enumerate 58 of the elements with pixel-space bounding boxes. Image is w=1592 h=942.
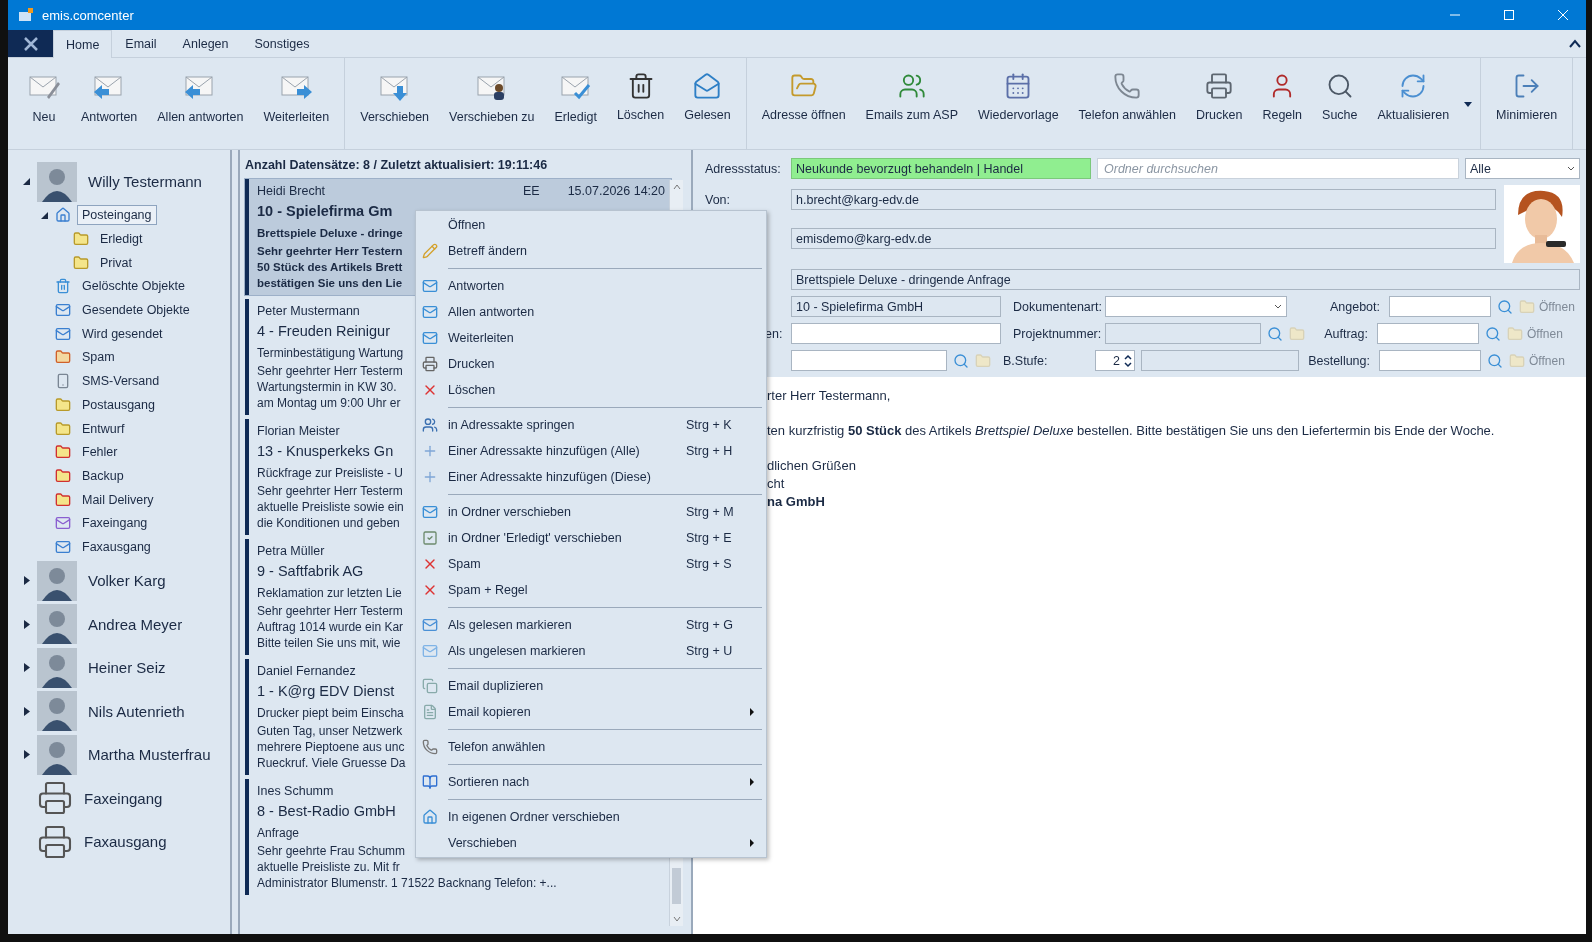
- sender-name: Petra Müller: [257, 544, 325, 558]
- message-code: EE: [523, 184, 540, 198]
- message-subject: Rückfrage zur Preisliste - U: [257, 465, 404, 482]
- sender-name: Ines Schumm: [257, 784, 334, 798]
- field-label: Adressstatus:: [704, 161, 782, 176]
- message-preview: mehrere Pieptoene aus unc: [257, 739, 405, 755]
- message-preview: Sehr geehrter Herr Testern: [257, 244, 403, 259]
- field-label: Projektnummer:: [1012, 326, 1099, 341]
- message-preview: Rueckruf. Viele Gruesse Da: [257, 755, 406, 771]
- window-title: emis.comcenter: [42, 7, 134, 23]
- sender-name: Peter Mustermann: [257, 304, 360, 318]
- field-label: B.Stufe:: [1002, 353, 1049, 368]
- message-preview: Wartungstermin in KW 30.: [257, 379, 397, 395]
- message-title: 9 - Saftfabrik AG: [257, 562, 364, 581]
- sender-name: Heidi Brecht: [257, 184, 326, 198]
- message-title: 4 - Freuden Reinigur: [257, 322, 390, 341]
- message-preview: bestätigen Sie uns den Lie: [257, 276, 403, 291]
- message-subject: Terminbestätigung Wartung: [257, 345, 404, 362]
- message-preview: 50 Stück des Artikels Brett: [257, 260, 403, 275]
- field-label: Bestellung:: [1307, 353, 1371, 368]
- message-preview: Administrator Blumenstr. 1 71522 Backnang Telefon: +...: [257, 875, 557, 891]
- message-title: 8 - Best-Radio GmbH: [257, 802, 396, 821]
- message-preview: Auftrag 1014 wurde ein Kar: [257, 619, 404, 635]
- message-title: 13 - Knusperkeks Gn: [257, 442, 394, 461]
- email-text: ten kurzfristig 50 Stück des Artikels Brettspiel Deluxe bestellen. Bitte bestätigen Sie uns den Liefertermin bis Ende der Woche.: [767, 422, 1496, 440]
- message-subject: Brettspiele Deluxe - dringe: [257, 226, 403, 241]
- message-preview: Sehr geehrte Frau Schumm: [257, 843, 406, 859]
- sender-field: h.brecht@karg-edv.de: [791, 189, 1496, 210]
- recipient-field: emisdemo@karg-edv.de: [791, 228, 1496, 249]
- message-preview: Sehr geehrter Herr Testerm: [257, 363, 403, 379]
- message-preview: Sehr geehrter Herr Testerm: [257, 483, 403, 499]
- message-preview: Guten Tag, unser Netzwerk: [257, 723, 403, 739]
- subject-field: Brettspiele Deluxe - dringende Anfrage: [791, 269, 1580, 290]
- message-preview: aktuelle Preisliste sowie ein: [257, 499, 404, 515]
- email-text: cht: [767, 475, 786, 493]
- record-count: Anzahl Datensätze: 8 / Zuletzt aktualisiert: 19:11:46: [245, 158, 549, 172]
- address-field: 10 - Spielefirma GmbH: [791, 296, 1001, 317]
- sender-name: Florian Meister: [257, 424, 340, 438]
- message-preview: Sehr geehrter Herr Testerm: [257, 603, 403, 619]
- field-label: Dokumentenart:: [1012, 299, 1099, 314]
- message-subject: Drucker piept beim Einscha: [257, 705, 404, 722]
- email-text: rter Herr Testermann,: [767, 387, 892, 405]
- field-label: Von:: [704, 192, 732, 207]
- message-title: 10 - Spielefirma Gm: [257, 202, 393, 221]
- email-text: dlichen Grüßen: [767, 457, 857, 475]
- sender-name: Daniel Fernandez: [257, 664, 356, 678]
- field-label: Angebot:: [1328, 299, 1381, 314]
- message-subject: Reklamation zur letzten Lie: [257, 585, 402, 602]
- status-field: Neukunde bevorzugt behandeln | Handel: [791, 158, 1091, 179]
- message-preview: aktuelle Preisliste zu. Mit fr: [257, 859, 400, 875]
- message-title: 1 - K@rg EDV Dienst: [257, 682, 395, 701]
- message-preview: die Konditionen und geben: [257, 515, 400, 531]
- message-date: 15.07.2026 14:20: [567, 184, 665, 198]
- message-preview: am Montag um 9:00 Uhr er: [257, 395, 401, 411]
- message-preview: Bitte teilen Sie uns mit, wie: [257, 635, 401, 651]
- email-text: na GmbH: [767, 493, 826, 511]
- field-label: Auftrag:: [1323, 326, 1369, 341]
- message-subject: Anfrage: [257, 825, 300, 842]
